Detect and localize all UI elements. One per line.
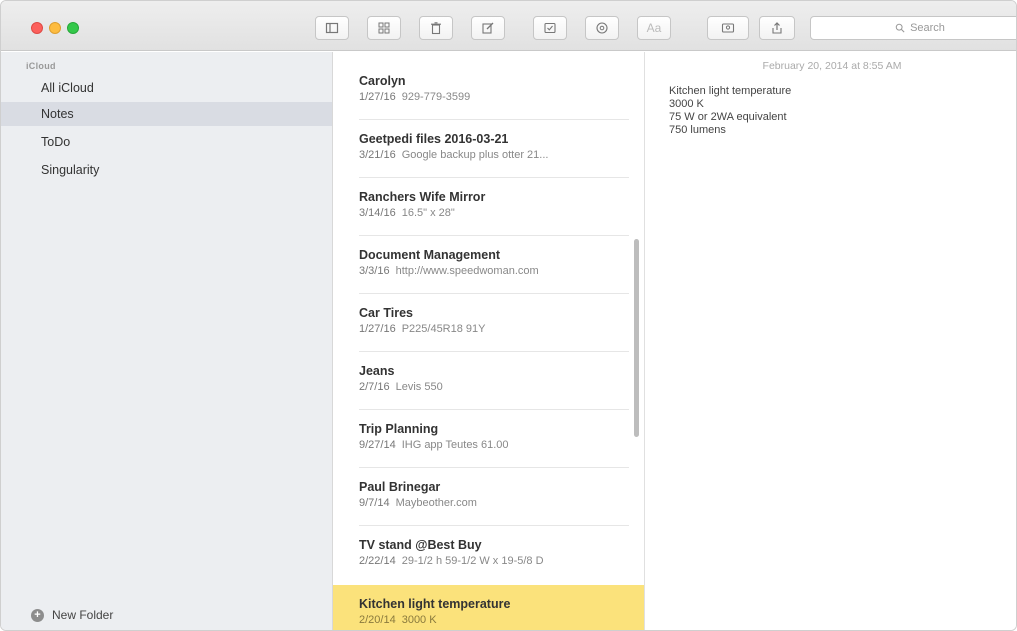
search-icon xyxy=(895,23,905,33)
share-button[interactable] xyxy=(759,16,795,40)
notes-list[interactable]: Carolyn 1/27/16 929-779-3599 Geetpedi fil… xyxy=(333,52,645,630)
grid-icon xyxy=(378,22,390,34)
share-collaboration-button[interactable] xyxy=(707,16,749,40)
note-line: 3000 K xyxy=(669,98,704,110)
share-icon xyxy=(772,22,782,34)
delete-note-button[interactable] xyxy=(419,16,453,40)
close-window-button[interactable] xyxy=(31,22,43,34)
note-preview: Google backup plus otter 21... xyxy=(401,149,549,161)
note-preview-line: 2/22/14 29-1/2 h 59-1/2 W x 19-5/8 D xyxy=(359,555,629,567)
note-preview: P225/45R18 91Y xyxy=(401,323,486,335)
add-photo-button[interactable] xyxy=(585,16,619,40)
note-preview: Maybeother.com xyxy=(395,497,477,509)
note-date: 2/7/16 xyxy=(359,381,390,393)
note-line: 75 W or 2WA equivalent xyxy=(669,111,787,123)
note-preview: Levis 550 xyxy=(395,381,443,393)
note-title: Carolyn xyxy=(359,74,406,88)
notes-list-scrollbar[interactable] xyxy=(634,239,639,437)
note-title: TV stand @Best Buy xyxy=(359,538,482,552)
note-preview-line: 3/3/16 http://www.speedwoman.com xyxy=(359,265,629,277)
list-item[interactable]: Trip Planning 9/27/14 IHG app Teutes 61.0… xyxy=(333,410,629,468)
note-preview-line: 9/27/14 IHG app Teutes 61.00 xyxy=(359,439,629,451)
sidebar-item-label: Singularity xyxy=(41,163,100,177)
search-placeholder: Search xyxy=(910,22,945,34)
note-title: Geetpedi files 2016-03-21 xyxy=(359,132,509,146)
list-item[interactable]: Car Tires 1/27/16 P225/45R18 91Y xyxy=(333,294,629,352)
note-preview-line: 3/21/16 Google backup plus otter 21... xyxy=(359,149,629,161)
note-title: Trip Planning xyxy=(359,422,439,436)
note-title: Paul Brinegar xyxy=(359,480,441,494)
trash-icon xyxy=(431,22,441,35)
sidebar-item-todo[interactable]: ToDo xyxy=(1,130,332,154)
list-item[interactable]: Ranchers Wife Mirror 3/14/16 16.5" x 28" xyxy=(333,178,629,236)
search-input[interactable]: Search xyxy=(810,16,1016,40)
minimize-window-button[interactable] xyxy=(49,22,61,34)
attachments-button[interactable] xyxy=(367,16,401,40)
zoom-window-button[interactable] xyxy=(67,22,79,34)
note-preview-line: 2/7/16 Levis 550 xyxy=(359,381,629,393)
note-timestamp: February 20, 2014 at 8:55 AM xyxy=(762,60,902,72)
sidebar-group-label: iCloud xyxy=(26,61,56,71)
folders-sidebar: iCloud All iCloud Notes ToDo Singularity… xyxy=(1,52,333,630)
note-line: Kitchen light temperature xyxy=(669,85,792,97)
people-icon xyxy=(721,23,735,33)
note-editor[interactable]: February 20, 2014 at 8:55 AM Kitchen lig… xyxy=(646,52,1016,630)
note-date: 9/27/14 xyxy=(359,439,396,451)
note-title: Jeans xyxy=(359,364,395,378)
font-label: Aa xyxy=(646,21,662,35)
sidebar-icon xyxy=(325,22,339,34)
list-item[interactable]: Paul Brinegar 9/7/14 Maybeother.com xyxy=(333,468,629,526)
note-preview: 16.5" x 28" xyxy=(401,207,455,219)
note-date: 3/3/16 xyxy=(359,265,390,277)
note-preview: http://www.speedwoman.com xyxy=(395,265,539,277)
sidebar-item-singularity[interactable]: Singularity xyxy=(1,158,332,182)
note-preview-line: 1/27/16 929-779-3599 xyxy=(359,91,629,103)
checklist-button[interactable] xyxy=(533,16,567,40)
note-preview: 29-1/2 h 59-1/2 W x 19-5/8 D xyxy=(401,555,544,567)
note-date: 3/14/16 xyxy=(359,207,396,219)
note-preview-line: 1/27/16 P225/45R18 91Y xyxy=(359,323,629,335)
note-preview-line: 3/14/16 16.5" x 28" xyxy=(359,207,629,219)
note-line: 750 lumens xyxy=(669,124,726,136)
note-date: 1/27/16 xyxy=(359,91,396,103)
notes-window: Aa Search iCloud All iCloud Notes ToDo S… xyxy=(0,0,1017,631)
plus-icon: + xyxy=(31,608,44,622)
new-folder-label: New Folder xyxy=(52,608,114,622)
photo-icon xyxy=(596,22,608,34)
note-preview-line: 2/20/14 3000 K xyxy=(359,614,644,626)
note-date: 3/21/16 xyxy=(359,149,396,161)
list-item[interactable]: TV stand @Best Buy 2/22/14 29-1/2 h 59-1/… xyxy=(333,526,629,584)
font-button[interactable]: Aa xyxy=(637,16,671,40)
note-title: Kitchen light temperature xyxy=(359,597,511,611)
note-date: 1/27/16 xyxy=(359,323,396,335)
toggle-folders-button[interactable] xyxy=(315,16,349,40)
sidebar-item-notes[interactable]: Notes xyxy=(1,102,332,126)
note-preview: IHG app Teutes 61.00 xyxy=(401,439,509,451)
list-item[interactable]: Document Management 3/3/16 http://www.spe… xyxy=(333,236,629,294)
list-item[interactable]: Carolyn 1/27/16 929-779-3599 xyxy=(333,62,629,120)
compose-icon xyxy=(482,22,494,34)
new-note-button[interactable] xyxy=(471,16,505,40)
new-folder-button[interactable]: + New Folder xyxy=(31,608,113,622)
note-date: 2/22/14 xyxy=(359,555,396,567)
note-date: 2/20/14 xyxy=(359,614,396,626)
sidebar-item-label: All iCloud xyxy=(41,81,94,95)
note-title: Document Management xyxy=(359,248,500,262)
note-body[interactable]: Kitchen light temperature 3000 K 75 W or… xyxy=(669,85,791,137)
note-title: Ranchers Wife Mirror xyxy=(359,190,486,204)
sidebar-item-label: Notes xyxy=(41,107,74,121)
note-preview: 929-779-3599 xyxy=(401,91,471,103)
note-title: Car Tires xyxy=(359,306,413,320)
list-item-selected[interactable]: Kitchen light temperature 2/20/14 3000 K xyxy=(333,585,644,630)
toolbar: Aa Search xyxy=(1,1,1016,51)
note-date: 9/7/14 xyxy=(359,497,390,509)
list-item[interactable]: Jeans 2/7/16 Levis 550 xyxy=(333,352,629,410)
list-item[interactable]: Geetpedi files 2016-03-21 3/21/16 Google … xyxy=(333,120,629,178)
sidebar-item-label: ToDo xyxy=(41,135,71,149)
note-preview: 3000 K xyxy=(401,614,437,626)
checklist-icon xyxy=(544,22,556,34)
sidebar-item-all-icloud[interactable]: All iCloud xyxy=(1,76,332,100)
note-preview-line: 9/7/14 Maybeother.com xyxy=(359,497,629,509)
